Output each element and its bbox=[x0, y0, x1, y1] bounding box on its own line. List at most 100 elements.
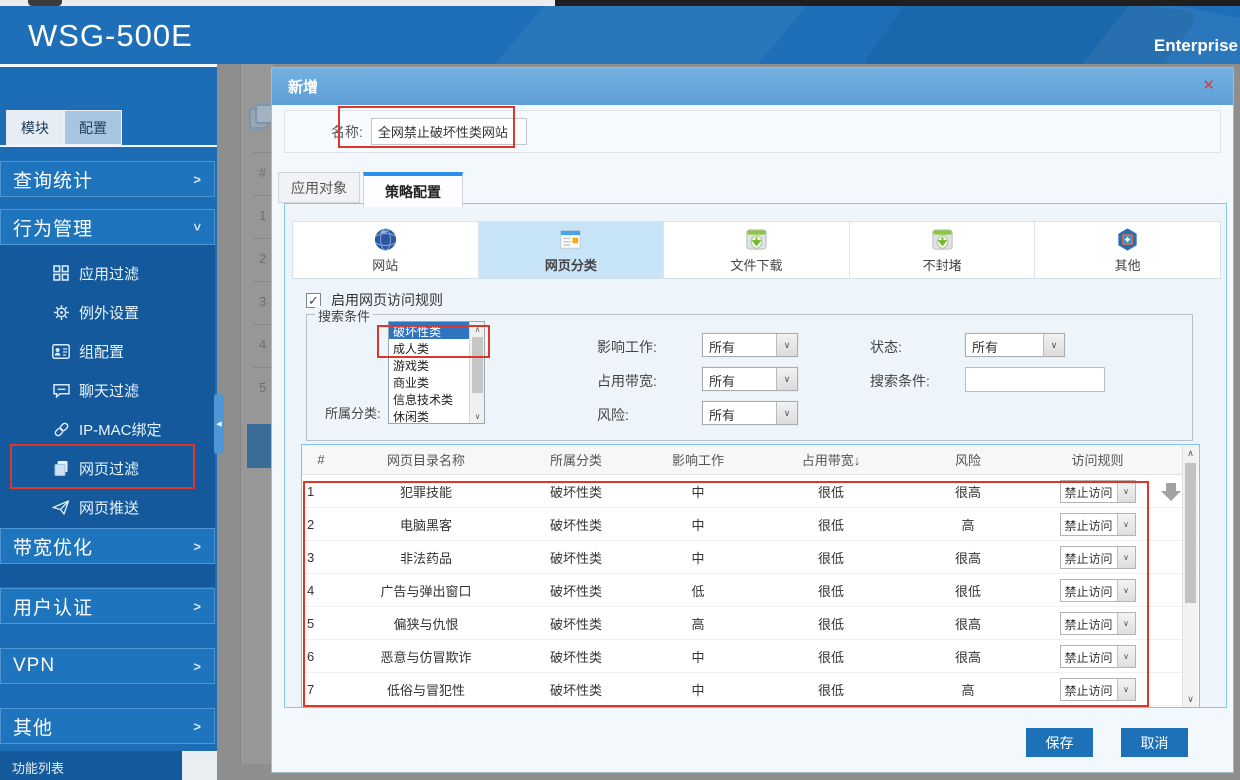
impact-select[interactable]: 所有 ∨ bbox=[702, 333, 798, 357]
sidebar-collapse-handle[interactable]: ◀ bbox=[214, 394, 224, 454]
sidebar-tabs: 模块 配置 bbox=[6, 110, 122, 145]
close-icon[interactable]: ✕ bbox=[1202, 76, 1215, 94]
sidebar-item-group-config[interactable]: 组配置 bbox=[0, 336, 215, 366]
chevron-down-icon: ∨ bbox=[776, 402, 797, 424]
table-row[interactable]: 7 低俗与冒犯性 破坏性类 中 很低 高 禁止访问 ∨ bbox=[302, 673, 1199, 706]
globe-icon bbox=[372, 226, 399, 253]
sidebar-item-web-filter[interactable]: 网页过滤 bbox=[0, 453, 215, 483]
col-header-category[interactable]: 所属分类 bbox=[512, 450, 640, 469]
category-tab-file-download[interactable]: 文件下载 bbox=[664, 222, 850, 278]
access-rule-select[interactable]: 禁止访问 ∨ bbox=[1059, 677, 1136, 701]
id-card-icon bbox=[52, 342, 70, 360]
keyword-input[interactable] bbox=[965, 367, 1105, 392]
sidebar-item-ip-mac-binding[interactable]: IP-MAC绑定 bbox=[0, 414, 215, 444]
chevron-right-icon: > bbox=[193, 171, 202, 187]
scroll-thumb[interactable] bbox=[472, 337, 483, 393]
brand-title: WSG-500E bbox=[28, 18, 193, 53]
col-header-bandwidth-sorted[interactable]: 占用带宽↓ bbox=[756, 450, 906, 469]
chevron-down-icon: ∨ bbox=[1116, 612, 1135, 634]
search-conditions-fieldset: 搜索条件 所属分类: 破坏性类 成人类 游戏类 商业类 信息技术类 休闲类 ∧ bbox=[306, 306, 1193, 441]
category-tab-label: 其他 bbox=[1114, 258, 1141, 273]
table-row[interactable]: 2 电脑黑客 破坏性类 中 很低 高 禁止访问 ∨ bbox=[302, 508, 1199, 541]
sidebar-section-behavior-mgmt[interactable]: 行为管理 > bbox=[0, 209, 215, 245]
sidebar-footer-gap bbox=[182, 751, 217, 780]
link-icon bbox=[52, 420, 70, 438]
save-button[interactable]: 保存 bbox=[1026, 728, 1093, 757]
background-button bbox=[247, 424, 274, 468]
status-select[interactable]: 所有 ∨ bbox=[965, 333, 1065, 357]
listbox-scrollbar[interactable]: ∧ ∨ bbox=[469, 322, 484, 423]
policy-name-label: 名称: bbox=[331, 123, 363, 140]
chevron-down-icon: ∨ bbox=[776, 368, 797, 390]
sidebar-item-exceptions[interactable]: 例外设置 bbox=[0, 297, 215, 327]
access-rule-select[interactable]: 禁止访问 ∨ bbox=[1059, 611, 1136, 635]
sidebar-section-bandwidth[interactable]: 带宽优化 > bbox=[0, 528, 215, 564]
scroll-up-icon[interactable]: ∧ bbox=[470, 322, 485, 336]
col-header-name[interactable]: 网页目录名称 bbox=[340, 450, 512, 469]
scroll-down-icon[interactable]: ∨ bbox=[1183, 692, 1198, 707]
sidebar-section-user-auth[interactable]: 用户认证 > bbox=[0, 588, 215, 624]
category-option[interactable]: 信息技术类 bbox=[389, 390, 469, 407]
sidebar-tab-config[interactable]: 配置 bbox=[64, 110, 122, 145]
scroll-thumb[interactable] bbox=[1185, 463, 1196, 603]
category-option[interactable]: 休闲类 bbox=[389, 407, 469, 423]
category-tab-other[interactable]: 其他 bbox=[1035, 222, 1220, 278]
category-option[interactable]: 游戏类 bbox=[389, 356, 469, 373]
sidebar-section-vpn[interactable]: VPN > bbox=[0, 648, 215, 684]
table-row[interactable]: 6 恶意与仿冒欺诈 破坏性类 中 很低 很高 禁止访问 ∨ bbox=[302, 640, 1199, 673]
category-tab-website[interactable]: 网站 bbox=[293, 222, 479, 278]
category-tab-web-category[interactable]: 网页分类 bbox=[478, 222, 665, 278]
category-listbox[interactable]: 破坏性类 成人类 游戏类 商业类 信息技术类 休闲类 ∧ ∨ bbox=[388, 321, 485, 424]
chat-bubble-icon bbox=[52, 381, 70, 399]
sidebar-section-query-stats[interactable]: 查询统计 > bbox=[0, 161, 215, 197]
sidebar-tab-modules[interactable]: 模块 bbox=[6, 110, 64, 145]
access-rule-select[interactable]: 禁止访问 ∨ bbox=[1059, 644, 1136, 668]
gear-icon bbox=[52, 303, 70, 321]
access-rule-select[interactable]: 禁止访问 ∨ bbox=[1059, 512, 1136, 536]
scroll-up-icon[interactable]: ∧ bbox=[1183, 446, 1198, 461]
access-rule-select[interactable]: 禁止访问 ∨ bbox=[1059, 479, 1136, 503]
col-header-num[interactable]: # bbox=[302, 452, 340, 467]
category-list-label: 所属分类: bbox=[325, 406, 381, 421]
chevron-down-icon: ∨ bbox=[776, 334, 797, 356]
col-header-risk[interactable]: 风险 bbox=[906, 450, 1030, 469]
policy-config-panel: 网站 网页分类 文件下载 不封堵 其他 ✓ 启用网页访问规则 搜索条件 所属分类… bbox=[284, 203, 1227, 708]
grid-icon bbox=[52, 264, 70, 282]
tab-apply-objects[interactable]: 应用对象 bbox=[278, 172, 360, 203]
web-category-table: # 网页目录名称 所属分类 影响工作 占用带宽↓ 风险 访问规则 1 犯罪技能 … bbox=[301, 444, 1200, 708]
chevron-down-icon: ∨ bbox=[1043, 334, 1064, 356]
sidebar-item-app-filter[interactable]: 应用过滤 bbox=[0, 258, 215, 288]
chevron-down-icon: ∨ bbox=[1116, 480, 1135, 502]
table-row[interactable]: 3 非法药品 破坏性类 中 很低 很高 禁止访问 ∨ bbox=[302, 541, 1199, 574]
category-option-selected[interactable]: 破坏性类 bbox=[389, 322, 469, 339]
access-rule-select[interactable]: 禁止访问 ∨ bbox=[1059, 545, 1136, 569]
col-header-rule[interactable]: 访问规则 bbox=[1030, 450, 1165, 469]
access-rule-select[interactable]: 禁止访问 ∨ bbox=[1059, 578, 1136, 602]
policy-name-input[interactable] bbox=[370, 118, 527, 145]
sidebar-footer-function-list[interactable]: 功能列表 bbox=[0, 751, 182, 780]
cancel-button[interactable]: 取消 bbox=[1121, 728, 1188, 757]
table-row[interactable]: 5 偏狭与仇恨 破坏性类 高 很低 很高 禁止访问 ∨ bbox=[302, 607, 1199, 640]
sidebar-section-other[interactable]: 其他 > bbox=[0, 708, 215, 744]
bandwidth-select[interactable]: 所有 ∨ bbox=[702, 367, 798, 391]
category-option[interactable]: 商业类 bbox=[389, 373, 469, 390]
page: WSG-500E Enterprise 模块 配置 查询统计 > 行为管理 > … bbox=[0, 0, 1240, 780]
add-policy-modal: 新增 ✕ 名称: 应用对象 策略配置 网站 网页分类 bbox=[272, 68, 1233, 772]
category-tab-no-block[interactable]: 不封堵 bbox=[850, 222, 1036, 278]
chevron-down-icon: > bbox=[190, 222, 206, 232]
impact-label: 影响工作: bbox=[597, 339, 657, 355]
sidebar-item-chat-filter[interactable]: 聊天过滤 bbox=[0, 375, 215, 405]
app-banner: WSG-500E Enterprise bbox=[0, 6, 1240, 64]
chevron-down-icon: ∨ bbox=[1116, 579, 1135, 601]
table-row[interactable]: 4 广告与弹出窗口 破坏性类 低 很低 很低 禁止访问 ∨ bbox=[302, 574, 1199, 607]
col-header-impact[interactable]: 影响工作 bbox=[640, 450, 756, 469]
table-row[interactable]: 1 犯罪技能 破坏性类 中 很低 很高 禁止访问 ∨ bbox=[302, 475, 1199, 508]
edition-label: Enterprise bbox=[1153, 36, 1238, 55]
scroll-down-icon[interactable]: ∨ bbox=[470, 409, 485, 423]
risk-select[interactable]: 所有 ∨ bbox=[702, 401, 798, 425]
category-option[interactable]: 成人类 bbox=[389, 339, 469, 356]
table-scrollbar[interactable]: ∧ ∨ bbox=[1182, 446, 1198, 707]
sidebar-item-web-push[interactable]: 网页推送 bbox=[0, 492, 215, 522]
tab-policy-config[interactable]: 策略配置 bbox=[363, 172, 463, 207]
category-tab-label: 不封堵 bbox=[922, 258, 962, 273]
